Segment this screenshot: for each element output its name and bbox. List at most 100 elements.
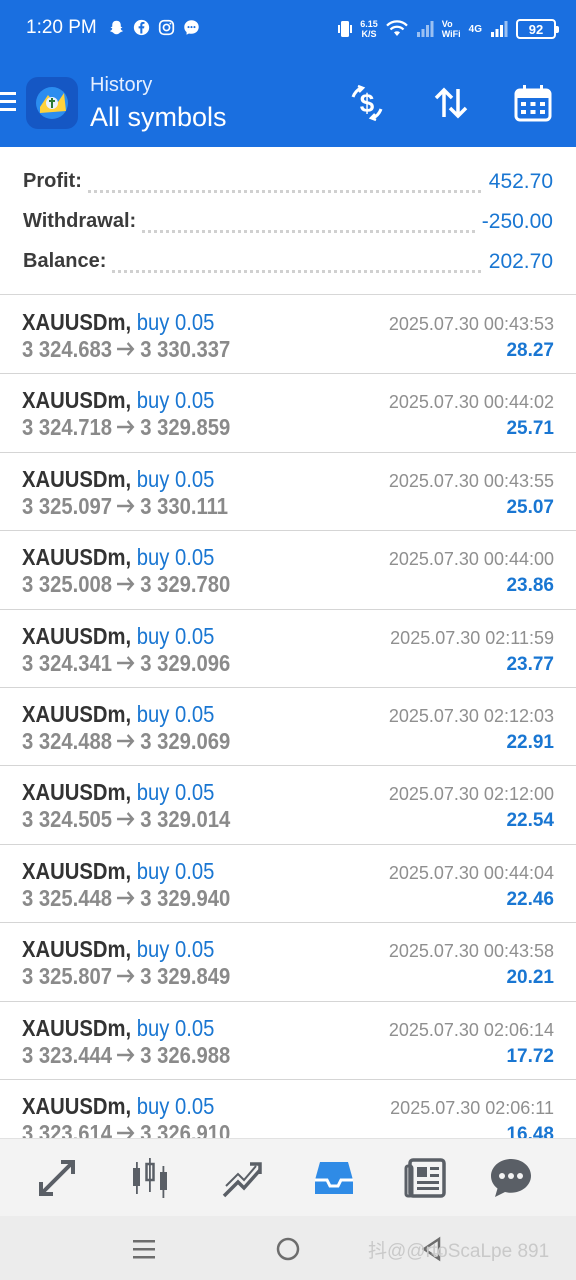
trade-row[interactable]: XAUUSDm, buy 0.05 3 325.008 3 329.780 2025.… [0, 531, 576, 610]
calendar-icon[interactable] [510, 80, 556, 126]
trade-symbol: XAUUSDm, [22, 700, 132, 727]
trade-prices: 3 324.718 3 329.859 [22, 414, 230, 441]
trade-side-volume: buy 0.05 [136, 544, 215, 571]
home-icon[interactable] [271, 1232, 305, 1266]
trade-row[interactable]: XAUUSDm, buy 0.05 3 324.488 3 329.069 2025.… [0, 688, 576, 767]
trade-side-volume: buy 0.05 [136, 1092, 215, 1119]
trade-close-price: 3 329.859 [140, 414, 231, 441]
trade-symbol: XAUUSDm, [22, 1014, 132, 1041]
trade-prices: 3 325.448 3 329.940 [22, 885, 230, 912]
status-time: 1:20 PM [26, 17, 97, 38]
trade-side-volume: buy 0.05 [136, 936, 215, 963]
network-speed: 6.15 K/S [360, 19, 378, 39]
trade-symbol: XAUUSDm, [22, 544, 132, 571]
trade-open-price: 3 325.807 [22, 963, 113, 990]
trade-close-price: 3 329.940 [140, 884, 231, 911]
trade-icon[interactable] [219, 1155, 265, 1201]
status-bar: 1:20 PM 6.15 K/S Vo WiFi 4G 92 [0, 0, 576, 58]
menu-icon[interactable] [0, 92, 16, 112]
trade-symbol: XAUUSDm, [22, 465, 132, 492]
trade-symbol: XAUUSDm, [22, 1092, 132, 1119]
profit-value: 452.70 [482, 170, 553, 194]
arrow-right-icon [117, 655, 135, 670]
trade-symbol-line: XAUUSDm, buy 0.05 [22, 936, 214, 963]
svg-text:$: $ [360, 88, 375, 118]
trade-symbol-line: XAUUSDm, buy 0.05 [22, 466, 214, 493]
trade-row[interactable]: XAUUSDm, buy 0.05 3 324.341 3 329.096 2025.… [0, 610, 576, 688]
trade-profit: 22.91 [506, 731, 554, 753]
trade-prices: 3 324.683 3 330.337 [22, 336, 230, 363]
trade-profit: 25.07 [506, 496, 554, 518]
trade-open-price: 3 324.341 [22, 649, 113, 676]
trade-symbol: XAUUSDm, [22, 387, 132, 414]
network-type: 4G [468, 23, 482, 35]
trade-profit: 17.72 [506, 1045, 554, 1067]
trade-row[interactable]: XAUUSDm, buy 0.05 3 325.097 3 330.111 2025.… [0, 453, 576, 532]
trade-row[interactable]: XAUUSDm, buy 0.05 3 325.807 3 329.849 2025.… [0, 923, 576, 1002]
trade-close-price: 3 329.069 [140, 727, 231, 754]
recents-icon[interactable] [127, 1232, 161, 1266]
trade-row[interactable]: XAUUSDm, buy 0.05 3 324.718 3 329.859 2025.… [0, 374, 576, 453]
watermark-text: 抖@@rt̶oScaLpe 891 [368, 1241, 550, 1262]
trade-open-price: 3 324.505 [22, 806, 113, 833]
trade-history-list[interactable]: XAUUSDm, buy 0.05 3 324.683 3 330.337 2025.… [0, 296, 576, 1138]
messages-icon[interactable] [488, 1155, 534, 1201]
signal-icon-2 [491, 21, 508, 37]
trade-profit: 25.71 [506, 418, 554, 440]
trade-symbol-line: XAUUSDm, buy 0.05 [22, 544, 214, 571]
trade-open-price: 3 325.097 [22, 492, 113, 519]
arrow-right-icon [117, 498, 135, 513]
snapchat-icon [109, 20, 124, 35]
trade-close-price: 3 326.910 [140, 1119, 231, 1138]
trade-time: 2025.07.30 00:44:00 [388, 549, 554, 570]
trade-symbol-line: XAUUSDm, buy 0.05 [22, 309, 214, 336]
trade-row[interactable]: XAUUSDm, buy 0.05 3 325.448 3 329.940 2025.… [0, 845, 576, 924]
trade-symbol-line: XAUUSDm, buy 0.05 [22, 858, 214, 885]
trade-row[interactable]: XAUUSDm, buy 0.05 3 324.683 3 330.337 2025.… [0, 296, 576, 375]
trade-side-volume: buy 0.05 [136, 622, 215, 649]
trade-close-price: 3 329.014 [140, 806, 231, 833]
trade-open-price: 3 324.718 [22, 414, 113, 441]
dotted-leader [23, 190, 553, 193]
metatrader-logo [26, 77, 78, 129]
vowifi-top: Vo [441, 19, 453, 29]
balance-label: Balance: [23, 250, 113, 273]
quotes-icon[interactable] [34, 1155, 80, 1201]
speed-value: 6.15 [360, 19, 378, 29]
trade-row[interactable]: XAUUSDm, buy 0.05 3 323.444 3 326.988 2025.… [0, 1002, 576, 1080]
battery-level: 92 [528, 21, 544, 37]
deposit-withdraw-icon[interactable]: $ [344, 80, 390, 126]
trade-open-price: 3 323.614 [22, 1119, 113, 1138]
trade-prices: 3 323.444 3 326.988 [22, 1042, 230, 1069]
signal-icon-1 [416, 21, 434, 37]
trade-symbol: XAUUSDm, [22, 936, 132, 963]
trade-side-volume: buy 0.05 [136, 387, 215, 414]
arrow-right-icon [117, 734, 135, 748]
bottom-tab-bar [0, 1138, 576, 1216]
trade-prices: 3 324.488 3 329.069 [22, 728, 230, 755]
app-bar: History All symbols $ [0, 62, 576, 147]
arrow-right-icon [117, 969, 135, 984]
trade-side-volume: buy 0.05 [136, 700, 215, 727]
trade-side-volume: buy 0.05 [136, 1014, 215, 1041]
trade-profit: 16.48 [506, 1123, 554, 1138]
chart-icon[interactable] [127, 1155, 173, 1201]
balance-value: 202.70 [482, 250, 553, 274]
sort-icon[interactable] [428, 80, 474, 126]
trade-time: 2025.07.30 02:06:14 [388, 1019, 554, 1040]
trade-profit: 20.21 [506, 967, 554, 989]
speed-unit: K/S [361, 29, 377, 39]
trade-symbol-line: XAUUSDm, buy 0.05 [22, 1093, 214, 1120]
trade-close-price: 3 329.096 [140, 649, 231, 676]
arrow-right-icon [117, 1126, 135, 1138]
history-icon[interactable] [311, 1155, 357, 1201]
trade-profit: 23.86 [506, 575, 554, 597]
trade-row[interactable]: XAUUSDm, buy 0.05 3 324.505 3 329.014 2025.… [0, 766, 576, 845]
page-subtitle: History [90, 74, 153, 96]
trade-symbol: XAUUSDm, [22, 622, 132, 649]
wifi-icon [385, 20, 408, 36]
trade-row[interactable]: XAUUSDm, buy 0.05 3 323.614 3 326.910 2025.… [0, 1080, 576, 1138]
page-title[interactable]: All symbols [90, 102, 227, 133]
news-icon[interactable] [403, 1155, 449, 1201]
trade-profit: 22.46 [506, 888, 554, 910]
